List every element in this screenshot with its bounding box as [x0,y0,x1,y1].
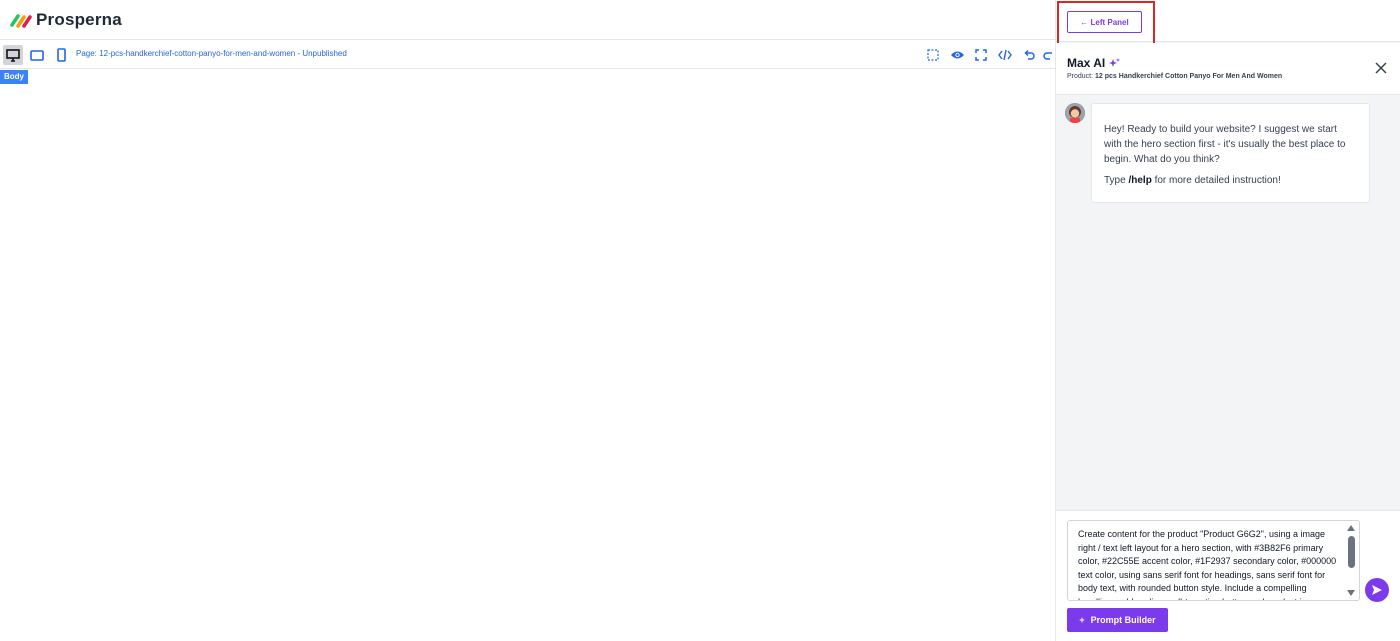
prosperna-logo-icon [10,14,32,28]
tablet-view-button[interactable] [27,45,47,65]
left-panel-button[interactable]: ← Left Panel [1067,11,1142,33]
scroll-up-icon[interactable] [1346,524,1356,532]
undo-icon [1024,49,1035,60]
product-name: 12 pcs Handkerchief Cotton Panyo For Men… [1095,73,1283,80]
help-post: for more detailed instruction! [1154,175,1281,186]
select-icon [927,49,939,61]
select-tool-button[interactable] [925,47,941,63]
fullscreen-button[interactable] [973,47,989,63]
brand-logo[interactable]: Prosperna [10,10,122,30]
help-pre: Type [1104,175,1126,186]
body-element-tag[interactable]: Body [0,70,28,84]
message-text: Hey! Ready to build your website? I sugg… [1104,124,1346,165]
desktop-icon [6,48,20,62]
send-icon [1372,585,1382,595]
send-button[interactable] [1365,578,1389,602]
tablet-icon [30,49,44,61]
ai-title: Max AI [1067,56,1121,70]
top-header: Prosperna [0,0,1055,40]
close-icon[interactable] [1374,61,1388,75]
prompt-input[interactable]: Create content for the product "Product … [1067,520,1360,601]
product-prefix: Product: [1067,73,1094,80]
ai-title-text: Max AI [1067,56,1106,70]
assistant-avatar [1065,103,1085,123]
scroll-down-icon[interactable] [1346,589,1356,597]
message-help-line: Type /help for more detailed instruction… [1104,173,1357,188]
panel-top-bar: ← Left Panel [1056,0,1400,45]
editor-toolbar: Page: 12-pcs-handkerchief-cotton-panyo-f… [0,41,1055,69]
preview-button[interactable] [949,47,965,63]
mobile-icon [56,48,66,62]
sparkle-icon [1109,57,1121,67]
mobile-view-button[interactable] [51,45,71,65]
ai-panel: ← Left Panel Max AI Product: 12 pcs Hand… [1055,0,1400,641]
undo-button[interactable] [1021,47,1037,63]
code-view-button[interactable] [997,47,1013,63]
fullscreen-icon [975,49,987,61]
page-label: Page: 12-pcs-handkerchief-cotton-panyo-f… [76,49,347,58]
help-command: /help [1128,175,1152,186]
redo-button[interactable] [1043,47,1055,63]
redo-icon [1043,52,1052,60]
assistant-avatar-icon [1065,103,1085,123]
scrollbar-thumb[interactable] [1348,536,1355,568]
product-line: Product: 12 pcs Handkerchief Cotton Pany… [1067,73,1282,80]
plus-icon: + [1079,615,1085,625]
desktop-view-button[interactable] [3,45,23,65]
code-icon [998,49,1012,61]
ai-panel-header: Max AI Product: 12 pcs Handkerchief Cott… [1056,43,1400,95]
composer: Create content for the product "Product … [1056,510,1400,641]
assistant-message: Hey! Ready to build your website? I sugg… [1091,103,1370,203]
chat-area: Hey! Ready to build your website? I sugg… [1056,95,1400,510]
prompt-builder-label: Prompt Builder [1090,615,1156,625]
prompt-builder-button[interactable]: + Prompt Builder [1067,608,1168,632]
preview-icon [950,51,964,59]
brand-name: Prosperna [36,10,122,29]
